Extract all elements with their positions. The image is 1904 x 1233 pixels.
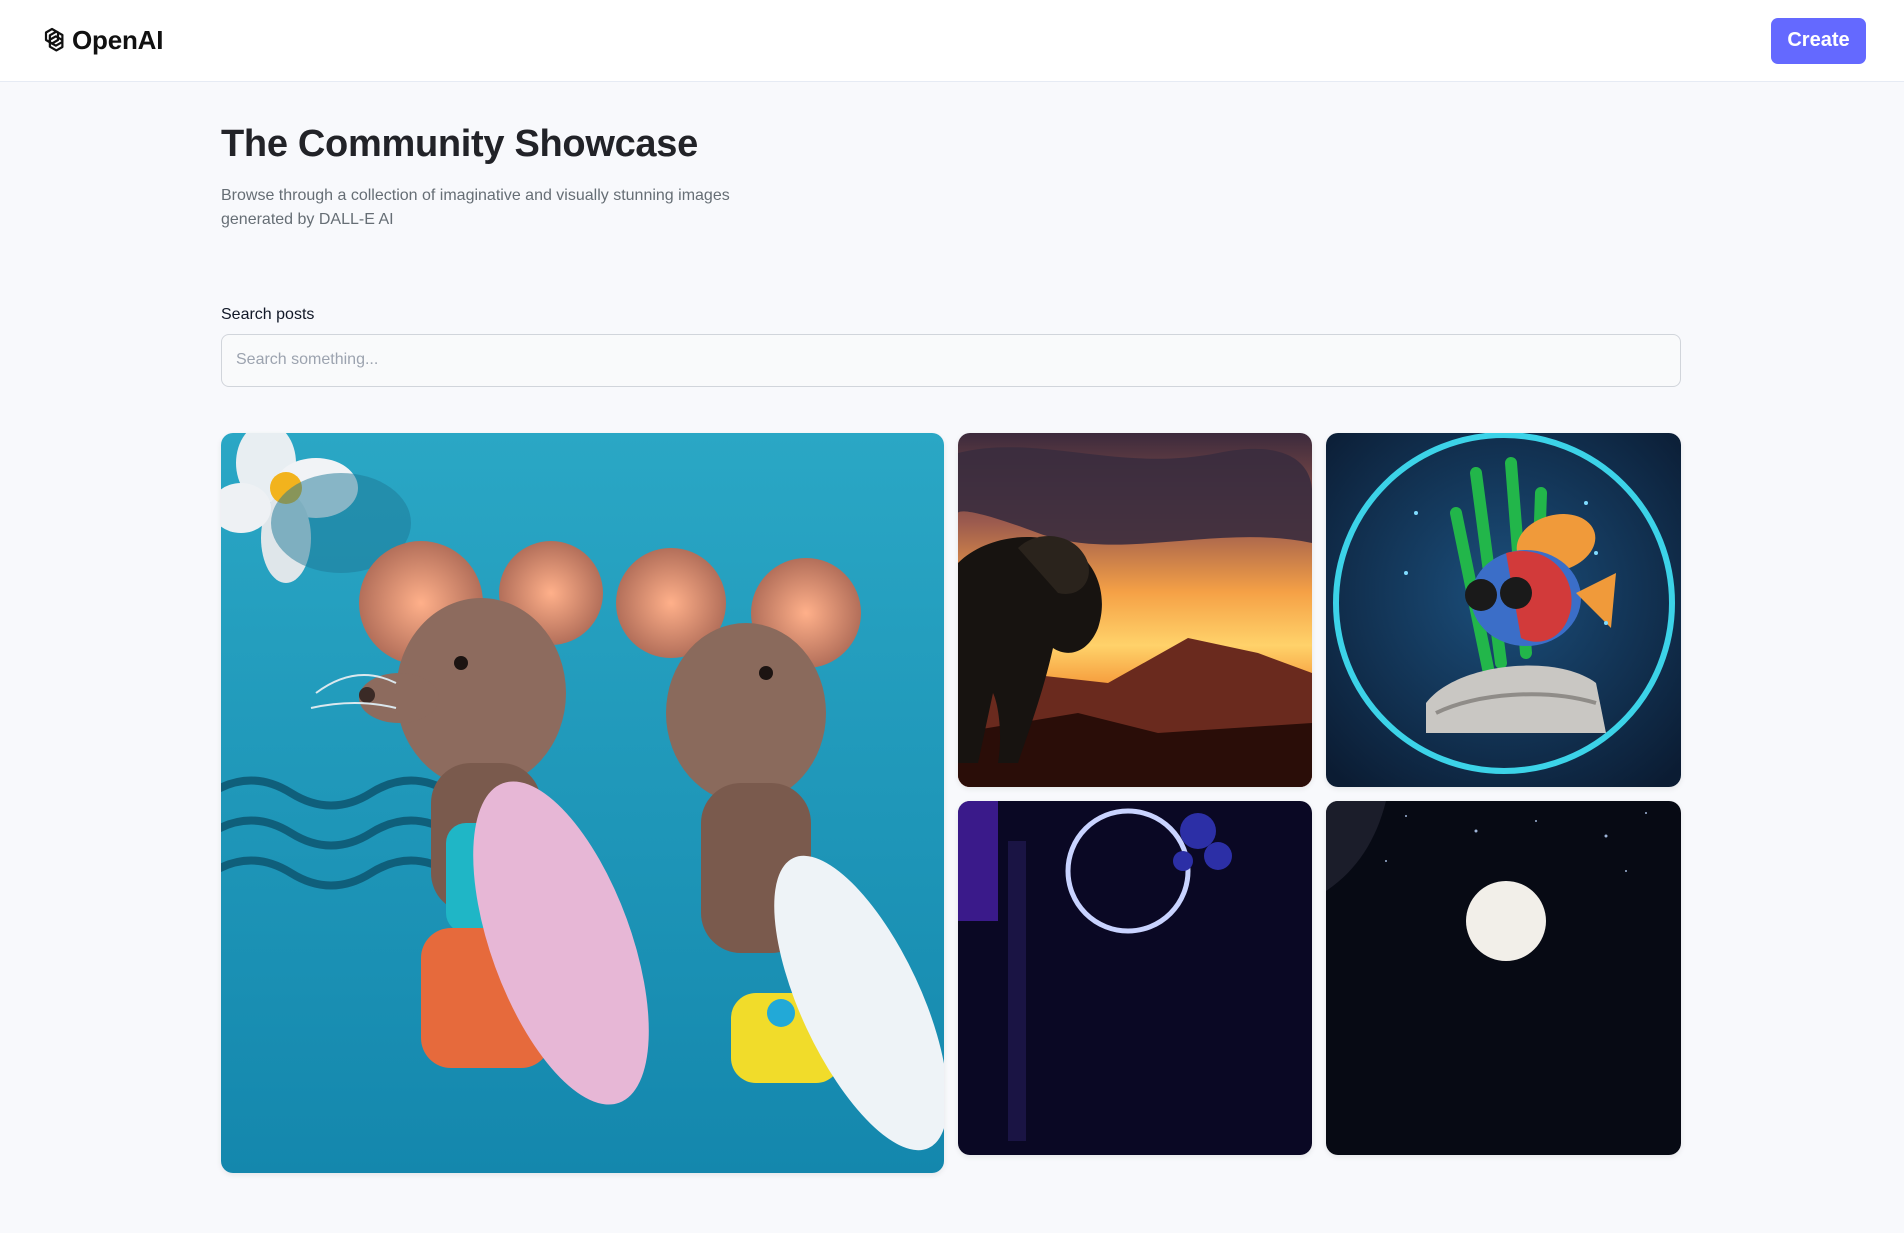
page-subtitle: Browse through a collection of imaginati… bbox=[221, 186, 730, 228]
gallery-card-neon-night[interactable] bbox=[958, 801, 1312, 1155]
search-input[interactable] bbox=[221, 333, 1681, 387]
search-label: Search posts bbox=[221, 305, 315, 323]
gallery-card-fish-bowl[interactable] bbox=[1326, 433, 1681, 787]
main-content: The Community Showcase Browse through a … bbox=[221, 82, 1681, 1173]
neon-night-image bbox=[958, 801, 1312, 1155]
gallery-card-mice-surfing[interactable] bbox=[221, 433, 944, 1173]
lion-sunset-image bbox=[958, 433, 1312, 787]
image-gallery bbox=[221, 433, 1681, 1233]
mice-surfing-image bbox=[221, 433, 944, 1173]
fish-bowl-image bbox=[1326, 433, 1681, 787]
space-moon-image bbox=[1326, 801, 1681, 1155]
top-navbar: OpenAI Create bbox=[0, 0, 1904, 82]
openai-logo-icon bbox=[36, 25, 68, 57]
gallery-card-space-moon[interactable] bbox=[1326, 801, 1681, 1155]
gallery-card-lion-sunset[interactable] bbox=[958, 433, 1312, 787]
create-button[interactable]: Create bbox=[1771, 17, 1866, 64]
page-title: The Community Showcase bbox=[221, 123, 698, 165]
home-logo-link[interactable]: OpenAI bbox=[36, 25, 163, 57]
brand-name: OpenAI bbox=[72, 25, 164, 55]
